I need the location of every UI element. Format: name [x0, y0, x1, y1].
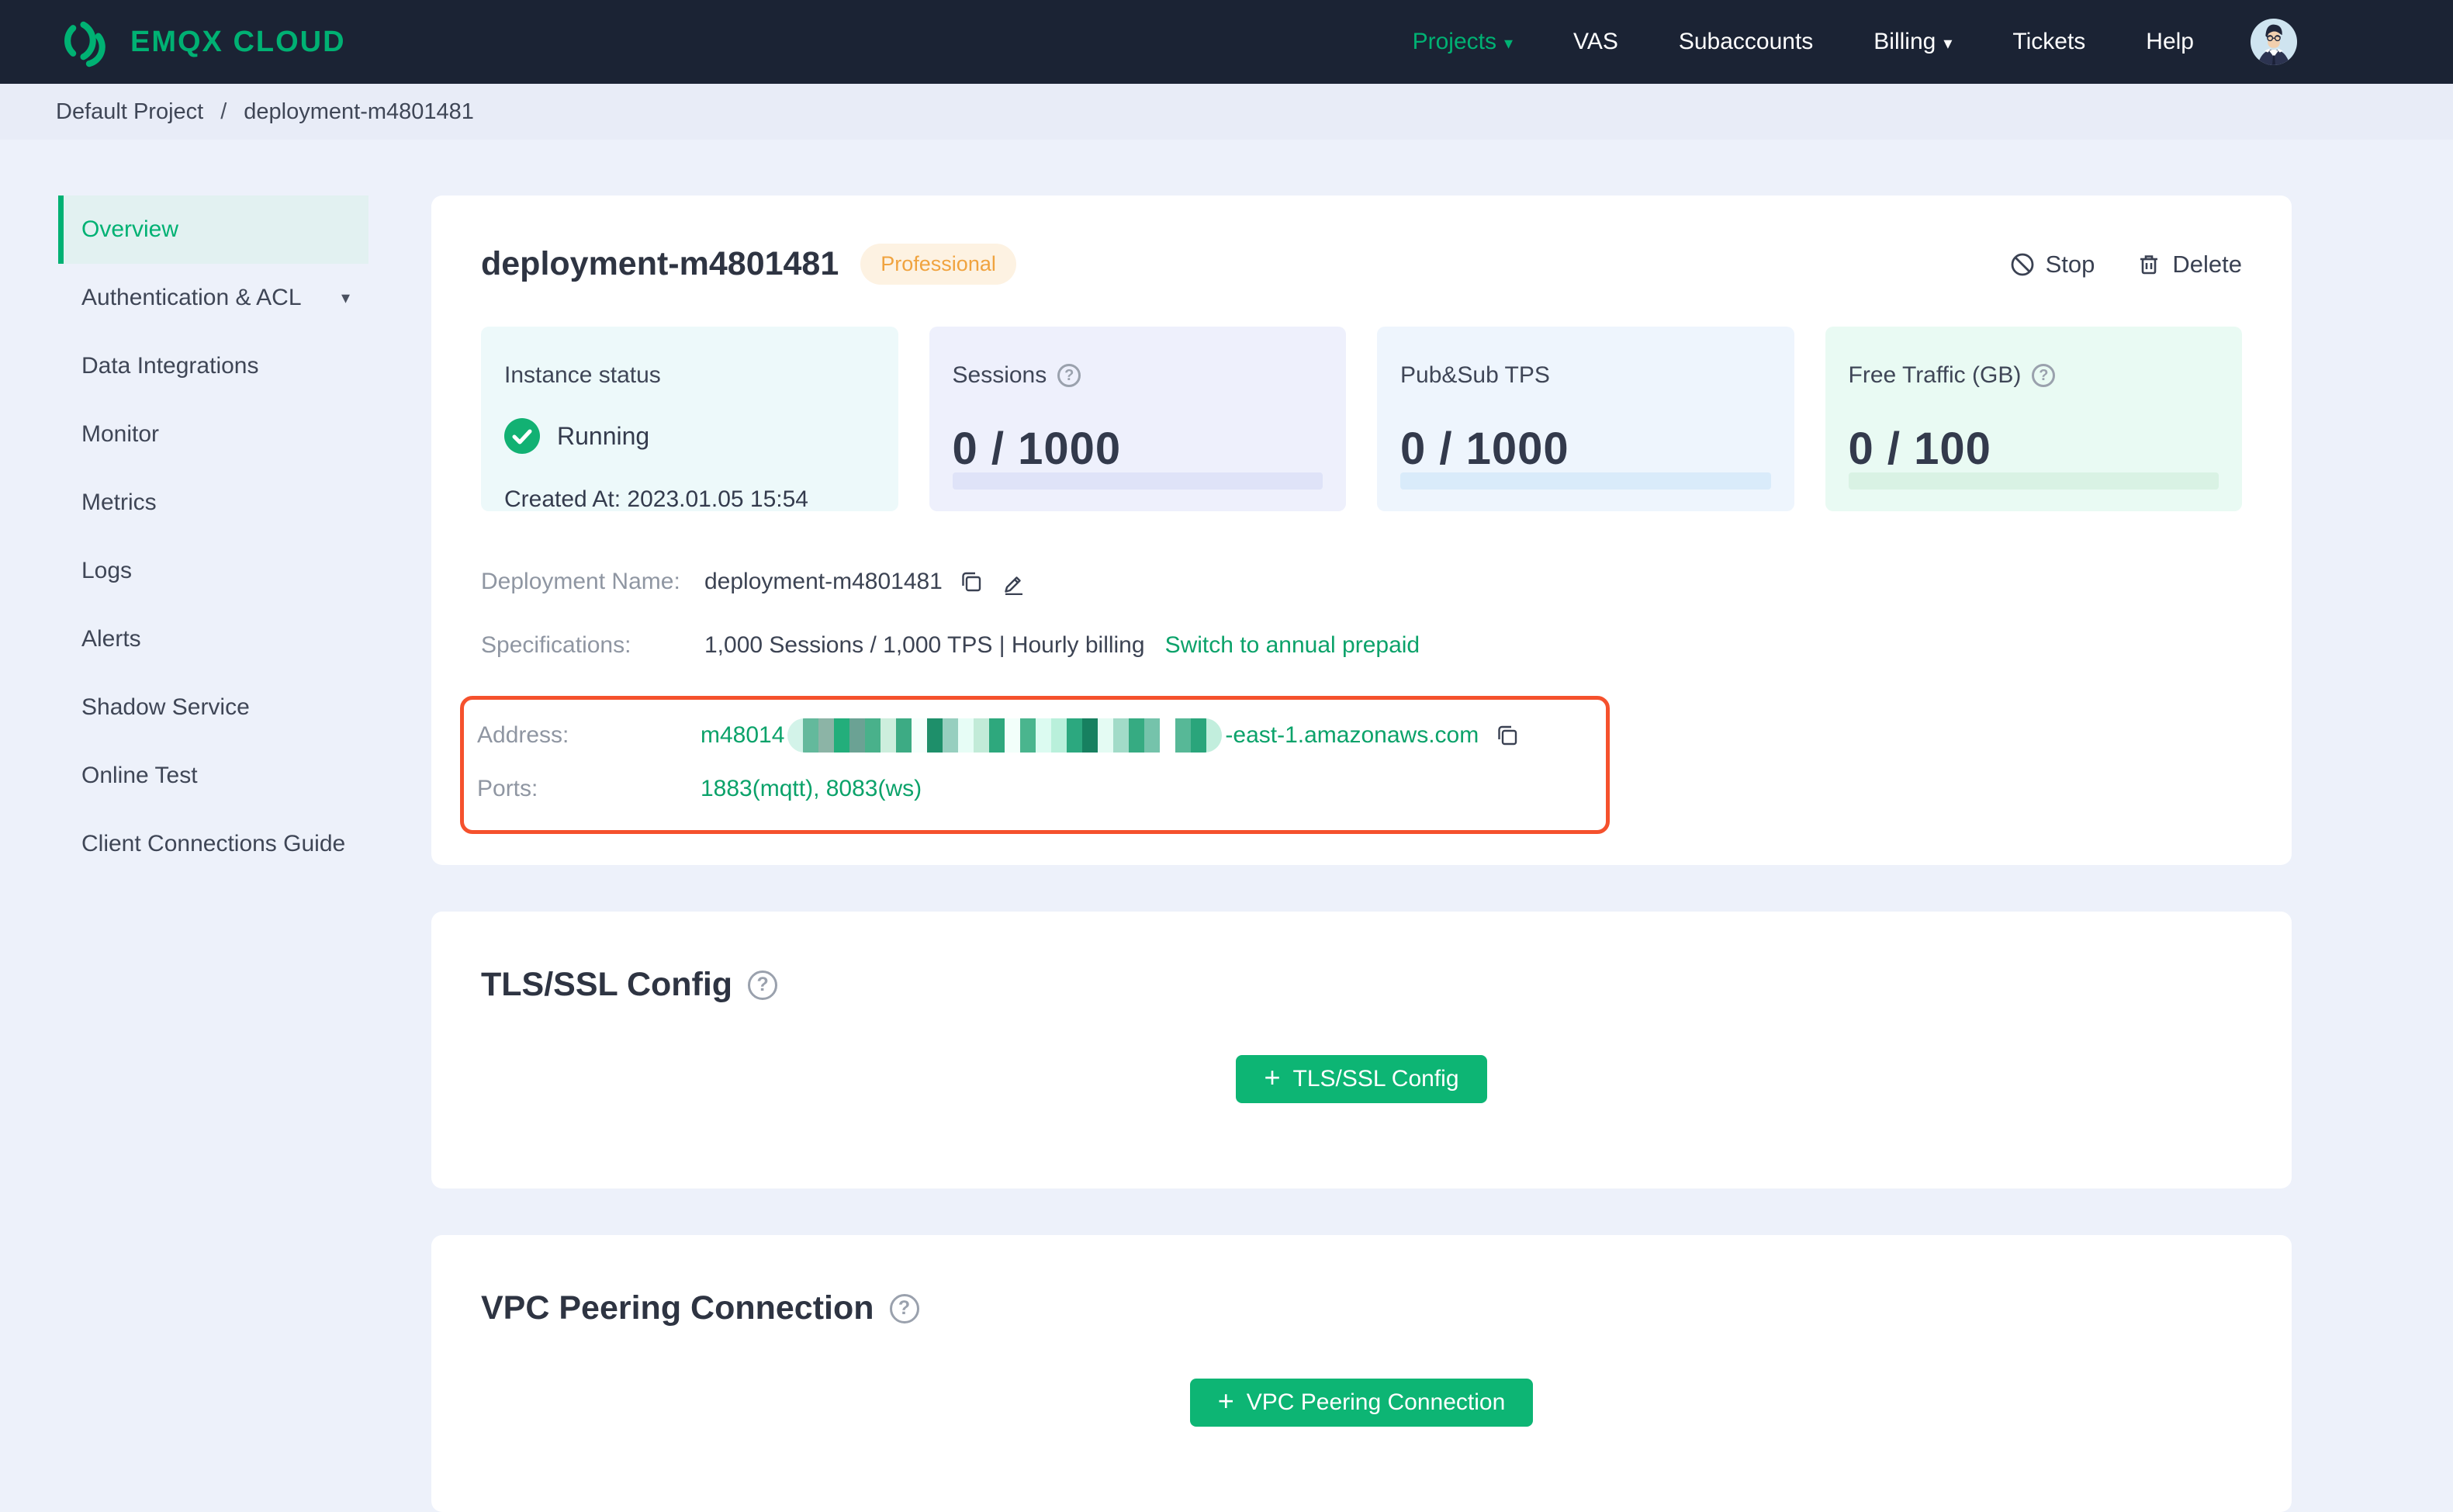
running-check-icon — [504, 418, 540, 454]
top-navbar: EMQX CLOUD Projects ▾ VAS Subaccounts Billin… — [0, 0, 2453, 84]
vpc-peering-title: VPC Peering Connection — [481, 1289, 874, 1327]
sidebar-item-shadow-service[interactable]: Shadow Service — [58, 673, 368, 742]
stop-button[interactable]: Stop — [2008, 251, 2095, 279]
ports-value: 1883(mqtt), 8083(ws) — [701, 776, 922, 801]
address-prefix: m48014 — [701, 722, 785, 748]
free-traffic-card: Free Traffic (GB) ? 0 / 100 — [1825, 327, 2242, 511]
switch-annual-prepaid-link[interactable]: Switch to annual prepaid — [1165, 632, 1420, 659]
sessions-progress-bar — [952, 472, 1323, 490]
sidebar-item-online-test[interactable]: Online Test — [58, 742, 368, 810]
help-icon[interactable]: ? — [2032, 364, 2056, 387]
deployment-name-label: Deployment Name: — [481, 569, 680, 594]
sidebar-item-metrics[interactable]: Metrics — [58, 469, 368, 537]
pubsub-tps-label: Pub&Sub TPS — [1400, 362, 1550, 388]
plan-badge: Professional — [860, 244, 1016, 285]
help-icon[interactable]: ? — [748, 970, 778, 1000]
free-traffic-value: 0 / 100 — [1848, 424, 1991, 474]
nav-item-projects[interactable]: Projects ▾ — [1413, 29, 1513, 55]
nav-item-subaccounts[interactable]: Subaccounts — [1679, 29, 1813, 55]
sidebar-item-logs[interactable]: Logs — [58, 537, 368, 605]
breadcrumb-separator: / — [220, 99, 227, 124]
sessions-label: Sessions — [952, 362, 1047, 388]
nav-item-billing[interactable]: Billing ▾ — [1873, 29, 1952, 55]
sidebar-item-monitor[interactable]: Monitor — [58, 400, 368, 469]
plus-icon: + — [1217, 1385, 1234, 1417]
emqx-cloud-logo[interactable]: EMQX CLOUD — [56, 13, 346, 71]
trash-icon — [2135, 251, 2163, 279]
tls-ssl-card: TLS/SSL Config ? + TLS/SSL Config — [431, 912, 2292, 1188]
sidebar: Overview Authentication & ACL ▾ Data Integr… — [58, 195, 368, 878]
plus-icon: + — [1264, 1061, 1281, 1093]
address-redacted — [787, 718, 1223, 753]
help-icon[interactable]: ? — [889, 1293, 919, 1323]
tls-ssl-title: TLS/SSL Config — [481, 966, 733, 1003]
instance-status-value: Running — [557, 421, 650, 450]
sessions-value: 0 / 1000 — [952, 424, 1122, 474]
vpc-peering-card: VPC Peering Connection ? + VPC Peering C… — [431, 1235, 2292, 1512]
address-label: Address: — [477, 722, 569, 748]
address-suffix: -east-1.amazonaws.com — [1225, 722, 1479, 748]
deployment-name-row: Deployment Name: deployment-m4801481 — [481, 569, 2242, 595]
pubsub-tps-card: Pub&Sub TPS 0 / 1000 — [1377, 327, 1794, 511]
edit-icon[interactable] — [1000, 569, 1026, 595]
ports-row: Ports: 1883(mqtt), 8083(ws) — [477, 776, 1606, 802]
free-traffic-label: Free Traffic (GB) — [1848, 362, 2022, 388]
caret-down-icon: ▾ — [341, 288, 350, 307]
top-menu: Projects ▾ VAS Subaccounts Billing ▾ Tickets He… — [1413, 29, 2194, 55]
stop-icon — [2008, 251, 2036, 279]
help-icon[interactable]: ? — [1057, 364, 1081, 387]
sidebar-item-client-connections-guide[interactable]: Client Connections Guide — [58, 810, 368, 878]
deployment-overview-card: deployment-m4801481 Professional Stop De… — [431, 195, 2292, 865]
address-row: Address: m48014 -east-1.amazonaws.com — [477, 718, 1606, 753]
user-avatar[interactable] — [2250, 18, 2298, 66]
caret-down-icon: ▾ — [1503, 33, 1514, 53]
address-highlight-box: Address: m48014 -east-1.amazonaws.com Po… — [460, 696, 1610, 834]
deployment-name-value: deployment-m4801481 — [704, 569, 943, 594]
breadcrumb-deployment: deployment-m4801481 — [244, 99, 474, 124]
free-traffic-progress-bar — [1848, 472, 2219, 490]
ports-label: Ports: — [477, 776, 538, 801]
nav-item-tickets[interactable]: Tickets — [2012, 29, 2085, 55]
caret-down-icon: ▾ — [1943, 33, 1953, 53]
add-vpc-peering-button[interactable]: + VPC Peering Connection — [1189, 1379, 1534, 1427]
breadcrumb: Default Project / deployment-m4801481 — [0, 84, 2453, 140]
sidebar-item-authentication-acl[interactable]: Authentication & ACL ▾ — [58, 264, 368, 332]
emqx-logo-icon — [56, 13, 113, 71]
specifications-row: Specifications: 1,000 Sessions / 1,000 T… — [481, 632, 2242, 659]
sidebar-item-data-integrations[interactable]: Data Integrations — [58, 332, 368, 400]
copy-icon[interactable] — [1494, 722, 1521, 749]
sidebar-item-alerts[interactable]: Alerts — [58, 605, 368, 673]
pubsub-tps-value: 0 / 1000 — [1400, 424, 1569, 474]
pubsub-tps-progress-bar — [1400, 472, 1771, 490]
nav-item-help[interactable]: Help — [2146, 29, 2194, 55]
deployment-title: deployment-m4801481 — [481, 245, 839, 282]
delete-button[interactable]: Delete — [2135, 251, 2242, 279]
instance-status-card: Instance status Running Created At: 2023… — [481, 327, 898, 512]
created-at: Created At: 2023.01.05 15:54 — [504, 486, 808, 512]
specifications-value: 1,000 Sessions / 1,000 TPS | Hourly bill… — [704, 632, 1145, 658]
sidebar-item-overview[interactable]: Overview — [58, 195, 368, 264]
specifications-label: Specifications: — [481, 632, 631, 658]
nav-item-vas[interactable]: VAS — [1573, 29, 1618, 55]
copy-icon[interactable] — [958, 569, 984, 595]
sessions-card: Sessions ? 0 / 1000 — [929, 327, 1346, 511]
instance-status-label: Instance status — [504, 362, 661, 388]
brand-name: EMQX CLOUD — [130, 25, 346, 58]
breadcrumb-project[interactable]: Default Project — [56, 99, 203, 125]
add-tls-ssl-config-button[interactable]: + TLS/SSL Config — [1236, 1055, 1487, 1103]
